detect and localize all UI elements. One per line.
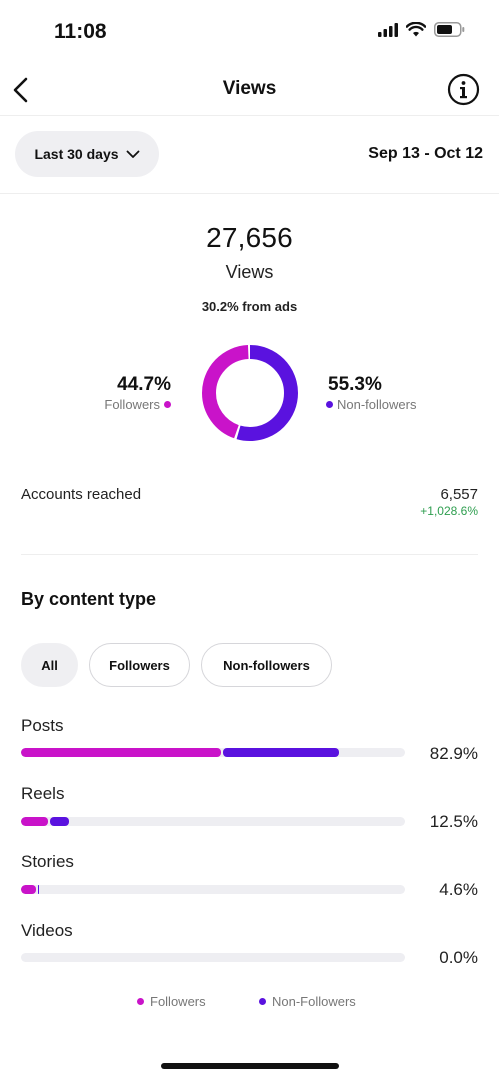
content-type-percentage: 12.5% [429,812,478,831]
accounts-reached-label: Accounts reached [21,486,142,503]
views-insights-screen: 11:08 Views Last 30 days Sep 13 - Oct 12… [0,0,499,1080]
non-followers-dot-icon [326,401,333,408]
accounts-reached-change: +1,028.6% [420,504,478,518]
accounts-reached-value: 6,557 [440,486,478,503]
bar-segment-followers [21,817,48,826]
chevron-down-icon [126,150,139,158]
date-range-text: Sep 13 - Oct 12 [368,145,483,162]
followers-donut-chart [202,345,298,441]
content-type-label: Stories [21,852,74,871]
followers-dot-icon [137,998,144,1005]
bar-segment-followers [21,885,37,894]
content-type-bar [21,817,405,826]
battery-icon [434,22,465,37]
status-bar: 11:08 [0,0,499,66]
filter-chip-followers[interactable]: Followers [89,643,190,687]
home-indicator [161,1063,339,1069]
content-type-percentage: 82.9% [429,744,478,763]
section-divider [21,554,478,555]
content-type-label: Posts [21,716,64,735]
total-views-label: Views [225,262,274,282]
summary-divider [0,193,499,194]
legend-non-followers: Non-Followers [259,994,356,1009]
followers-percentage: 44.7% [117,374,171,395]
followers-legend: Followers [104,397,171,412]
filter-chip-non-followers[interactable]: Non-followers [201,643,332,687]
content-type-bar [21,953,405,962]
wifi-icon [406,22,426,37]
content-type-percentage: 4.6% [439,880,478,899]
status-time: 11:08 [54,20,107,43]
content-type-label: Videos [21,921,73,940]
ads-share-note: 30.2% from ads [201,299,298,314]
page-title: Views [222,78,277,99]
non-followers-legend-label: Non-followers [337,397,417,412]
bar-segment-non-followers [222,748,340,757]
status-icons [378,22,465,37]
date-range-dropdown[interactable]: Last 30 days [15,131,159,177]
legend-non-followers-label: Non-Followers [272,994,356,1009]
bar-segment-non-followers [49,817,69,826]
content-type-percentage: 0.0% [439,948,478,967]
non-followers-dot-icon [259,998,266,1005]
header-divider [0,115,499,116]
content-type-label: Reels [21,784,65,803]
filter-chip-all[interactable]: All [21,643,78,687]
info-icon [447,73,480,106]
content-type-bar [21,748,405,757]
followers-dot-icon [164,401,171,408]
legend-followers: Followers [137,994,206,1009]
non-followers-percentage: 55.3% [328,374,382,395]
date-range-dropdown-label: Last 30 days [34,146,119,162]
navigation-bar: Views [0,66,499,114]
content-type-bar [21,885,405,894]
content-type-section-title: By content type [21,589,157,609]
non-followers-legend: Non-followers [326,397,416,412]
legend-followers-label: Followers [150,994,206,1009]
followers-legend-label: Followers [104,397,160,412]
total-views-value: 27,656 [206,222,293,253]
cellular-signal-icon [378,22,398,37]
info-button[interactable] [447,73,480,106]
bar-segment-followers [21,748,221,757]
